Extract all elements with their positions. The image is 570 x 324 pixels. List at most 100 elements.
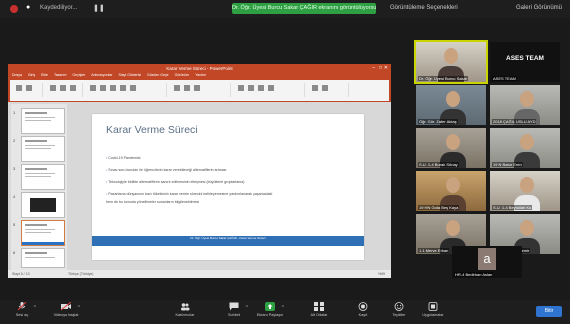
ribbon-tab[interactable]: Yardım — [195, 73, 206, 79]
participant-avatar: a — [478, 248, 496, 270]
ribbon-tab[interactable]: Giriş — [28, 73, 35, 79]
ribbon-tab[interactable]: Ekle — [41, 73, 48, 79]
start-video-button[interactable]: Videoyu başlat ^ — [44, 302, 88, 317]
participant-name: HR-4 Bedirhan Aslan — [454, 272, 494, 277]
record-indicator-icon — [10, 5, 18, 13]
drawing-group — [234, 83, 305, 97]
participant-tile[interactable]: 19 N Batur Eren — [490, 128, 560, 168]
shared-screen: Karar Verme Süreci - PowerPoint – □ ✕ Do… — [8, 64, 391, 278]
participants-icon — [181, 303, 190, 311]
top-bar: ● Kaydediliyor... ❚❚ Dr. Öğr. Üyesi Burc… — [0, 0, 570, 18]
language-indicator: Türkçe (Türkiye) — [68, 272, 94, 276]
participant-tile[interactable]: 2018 ÇAĞIL USLU AYD — [490, 85, 560, 125]
powerpoint-ribbon: Karar Verme Süreci - PowerPoint – □ ✕ Do… — [8, 64, 391, 102]
shield-icon: ● — [26, 4, 31, 11]
participant-name: Dr. Öğr. Üyesi Burcu Sakar — [418, 76, 469, 81]
slide-title: Karar Verme Süreci — [106, 124, 198, 136]
start-video-label: Videoyu başlat — [53, 313, 79, 317]
participant-name: Öğr. Gör. Zafer Aktaş — [418, 119, 458, 124]
apps-icon — [428, 302, 438, 311]
gallery-view-button[interactable]: Galeri Görünümü — [516, 5, 562, 11]
participant-tile[interactable]: Öğr. Gör. Zafer Aktaş — [416, 85, 486, 125]
view-options-button[interactable]: Görüntüleme Seçenekleri — [390, 5, 458, 11]
maximize-icon[interactable]: □ — [379, 65, 382, 71]
ribbon-tab[interactable]: Gözden Geçir — [147, 73, 169, 79]
ribbon-tab[interactable]: Dosya — [12, 73, 22, 79]
recording-status[interactable]: Kaydediliyor... — [40, 5, 77, 11]
share-screen-label: Ekranı Paylaşın — [256, 313, 284, 317]
slide-bullet: Teknolojiyle birlikte alternatiflerin sa… — [106, 180, 244, 184]
slide-bullet: Covid-19 Pandemisi — [106, 156, 140, 160]
apps-label: Uygulamalar — [422, 313, 444, 317]
participant-name: 19 N Batur Eren — [492, 162, 523, 167]
participant-name: 1.1 Merve Erkan — [418, 248, 450, 253]
share-screen-icon — [265, 302, 275, 311]
share-screen-button[interactable]: Ekranı Paylaşın ^ — [248, 302, 292, 317]
slides-group — [46, 83, 83, 97]
slide-editor: Karar Verme Süreci Covid-19 Pandemisi Sı… — [70, 104, 388, 270]
sharing-banner-text: Dr. Öğr. Üyesi Burcu Sakar ÇAĞIR ekranın… — [232, 5, 376, 11]
ribbon-tab[interactable]: Geçişler — [72, 73, 85, 79]
current-slide[interactable]: Karar Verme Süreci Covid-19 Pandemisi Sı… — [92, 114, 364, 260]
participants-label: Katılımcılar — [175, 313, 195, 317]
ribbon-tab[interactable]: Animasyonlar — [91, 73, 112, 79]
participant-name: S.U. 1-4 Beytullah Ko — [492, 205, 533, 210]
participants-button[interactable]: Katılımcılar — [163, 302, 207, 317]
participant-tile[interactable]: Dr. Öğr. Üyesi Burcu Sakar — [414, 40, 488, 84]
apps-button[interactable]: Uygulamalar — [411, 302, 455, 317]
ribbon-tab[interactable]: Tasarım — [54, 73, 66, 79]
paragraph-group — [170, 83, 231, 97]
slide-thumbnail[interactable] — [21, 164, 65, 190]
slide-bullet: Sınav soru kuruları ile öğrencilerin kar… — [106, 168, 226, 172]
participant-tile[interactable]: S.U. 1-4 Burak Sönay — [416, 128, 486, 168]
slide-thumbnail[interactable] — [21, 136, 65, 162]
clipboard-group — [12, 83, 43, 97]
zoom-level[interactable]: %59 — [378, 272, 385, 276]
ribbon-toolbar — [10, 80, 389, 101]
slide-bullet: Pazarlama dünyasının bazı tüketicinin ka… — [106, 192, 272, 196]
participant-tile[interactable]: S.U. 1-4 Beytullah Ko — [490, 171, 560, 211]
participant-tile[interactable]: 19 HN Gıda Beş Kaya — [416, 171, 486, 211]
breakout-rooms-button[interactable]: Alt Odalar — [297, 302, 341, 317]
powerpoint-status-bar: Slayt 6 / 13 Türkçe (Türkiye) %59 — [8, 270, 391, 278]
breakout-rooms-label: Alt Odalar — [310, 313, 328, 317]
chevron-up-icon[interactable]: ^ — [282, 305, 284, 311]
end-meeting-label: Bitir — [544, 308, 554, 314]
slide-thumbnail[interactable] — [21, 248, 65, 268]
ribbon-tabs: Dosya Giriş Ekle Tasarım Geçişler Animas… — [12, 73, 387, 79]
breakout-rooms-icon — [314, 302, 324, 311]
slide-thumbnail[interactable] — [21, 192, 65, 218]
end-meeting-button[interactable]: Bitir — [536, 306, 562, 317]
unmute-button[interactable]: Sesi aç ^ — [0, 302, 44, 317]
slide-footer-bar: Dr. Öğr. Üyesi Burcu Sakar ÇAĞIR - Karar… — [92, 236, 364, 246]
participant-gallery: Dr. Öğr. Üyesi Burcu Sakar ASES TEAM ASE… — [414, 40, 564, 278]
ribbon-tab[interactable]: Görünüm — [175, 73, 190, 79]
slide-bullet-continuation: hem de bu konuda yönelilmeler sunanların… — [106, 200, 200, 204]
participant-name: S.U. 1-4 Burak Sönay — [418, 162, 459, 167]
chevron-up-icon[interactable]: ^ — [78, 305, 80, 311]
editing-group — [308, 83, 349, 97]
pause-recording-icon[interactable]: ❚❚ — [93, 4, 105, 12]
close-icon[interactable]: ✕ — [384, 65, 388, 71]
participant-name: 19 HN Gıda Beş Kaya — [418, 205, 460, 210]
slide-footer-text: Dr. Öğr. Üyesi Burcu Sakar ÇAĞIR - Karar… — [190, 236, 266, 240]
chevron-up-icon[interactable]: ^ — [34, 305, 36, 311]
participant-tile[interactable]: ASES TEAM ASES TEAM — [490, 42, 560, 82]
slide-thumbnail-selected[interactable] — [21, 220, 65, 246]
minimize-icon[interactable]: – — [372, 65, 375, 71]
unmute-label: Sesi aç — [15, 313, 29, 317]
ribbon-tab[interactable]: Slayt Gösterisi — [118, 73, 141, 79]
participant-name: ASES TEAM — [492, 76, 517, 81]
slide-thumbnails-pane: 1 2 3 4 5 6 — [11, 104, 67, 270]
font-group — [86, 83, 167, 97]
record-icon — [358, 302, 368, 311]
chat-icon — [229, 302, 239, 311]
sharing-banner: Dr. Öğr. Üyesi Burcu Sakar ÇAĞIR ekranın… — [232, 3, 376, 14]
participant-tile[interactable]: a HR-4 Bedirhan Aslan — [452, 246, 522, 278]
window-title: Karar Verme Süreci - PowerPoint — [166, 66, 233, 71]
participant-name: 2018 ÇAĞIL USLU AYD — [492, 119, 537, 124]
slide-thumbnail[interactable] — [21, 108, 65, 134]
team-name: ASES TEAM — [506, 55, 544, 62]
slide-counter: Slayt 6 / 13 — [12, 272, 30, 276]
reactions-icon — [394, 302, 404, 311]
